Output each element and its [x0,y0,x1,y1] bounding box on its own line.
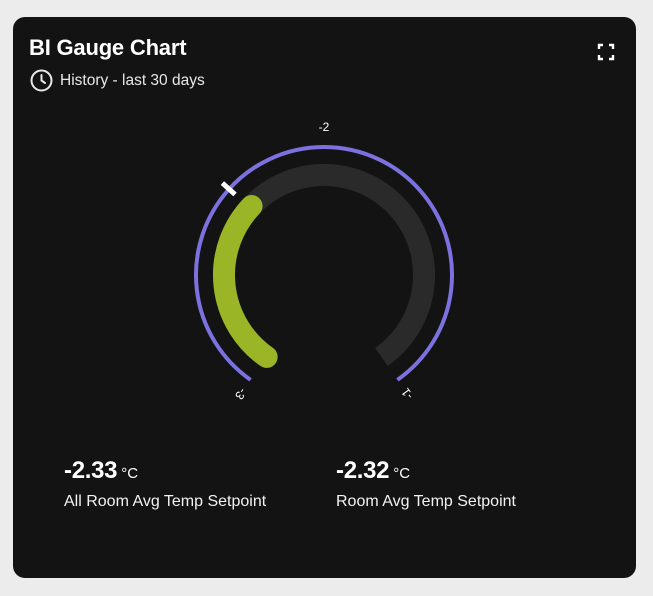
metric-unit: °C [393,465,411,482]
metric-label: All Room Avg Temp Setpoint [64,493,267,510]
metric-label: Room Avg Temp Setpoint [336,493,516,510]
gauge-max-label: -1 [398,385,416,402]
gauge-chart: -2 -3 -1 [194,120,454,402]
metric-all-room: -2.33 °C All Room Avg Temp Setpoint [64,457,266,511]
gauge-min-label: -3 [232,385,250,402]
gauge-card: BI Gauge Chart History - last 30 days -2… [13,17,636,578]
metric-value: -2.33 [64,457,118,484]
gauge-value-arc [213,195,278,368]
metric-unit: °C [121,465,139,482]
gauge-mid-label: -2 [319,120,330,134]
metric-value: -2.32 [336,457,390,484]
metric-room: -2.32 °C Room Avg Temp Setpoint [336,457,516,511]
